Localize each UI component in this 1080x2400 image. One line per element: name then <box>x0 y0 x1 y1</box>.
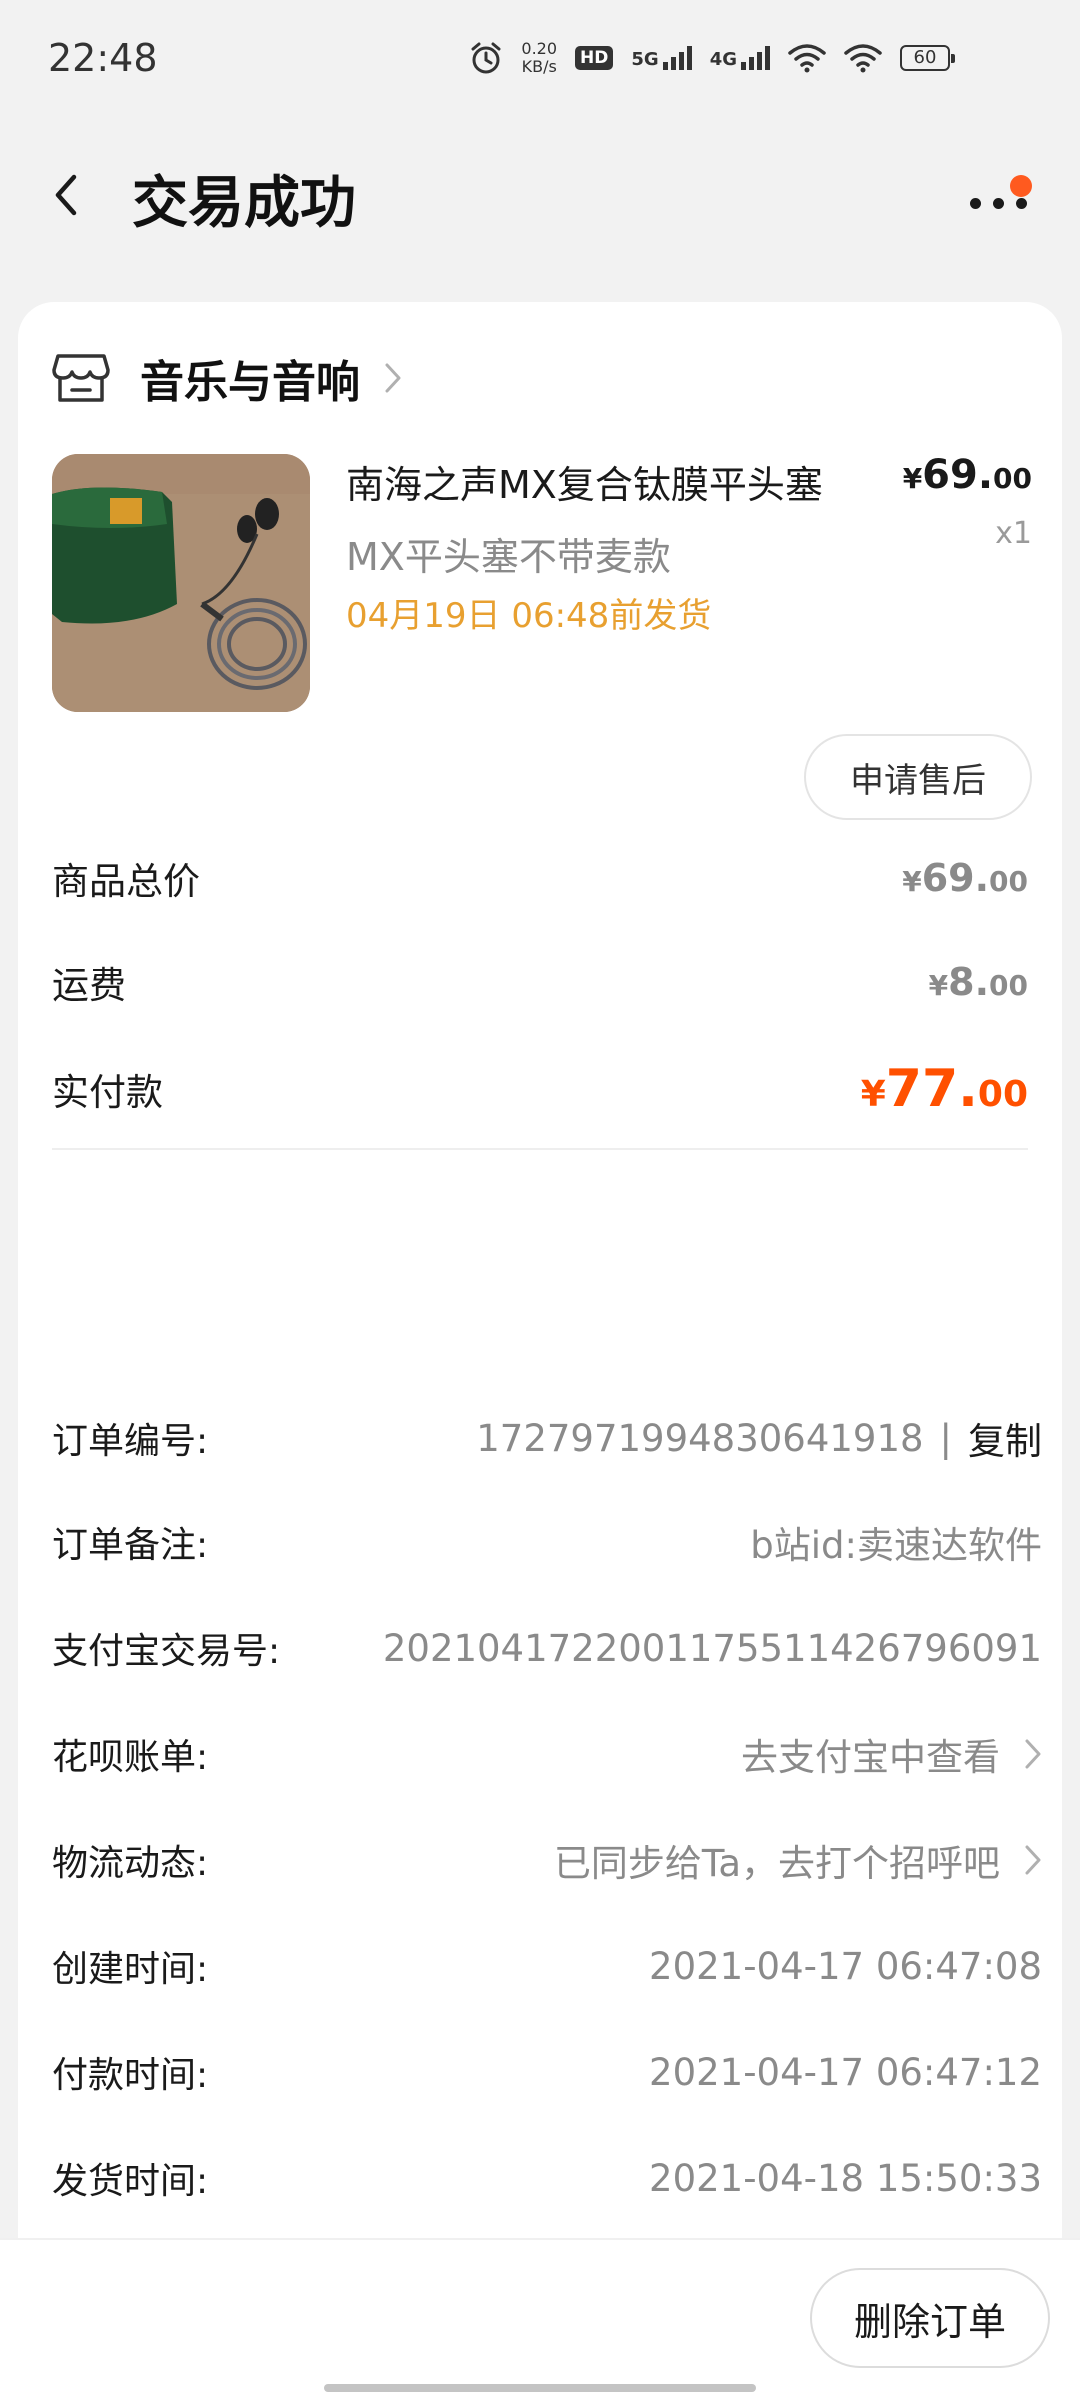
shipped-time-value: 2021-04-18 15:50:33 <box>649 2156 1042 2200</box>
status-bar: 22:48 0.20 KB/s HD 5G 4G 60 <box>0 0 1080 120</box>
bottom-action-bar: 删除订单 <box>0 2238 1080 2400</box>
back-button[interactable] <box>40 160 90 230</box>
unit-price: ¥69.00 <box>903 452 1032 498</box>
net-5g-label: 5G <box>631 49 659 70</box>
signal-5g: 5G <box>631 46 692 70</box>
paid-time-label: 付款时间: <box>52 2055 209 2096</box>
alipay-label: 支付宝交易号: <box>52 1631 281 1672</box>
chevron-right-icon <box>385 363 401 393</box>
remark-value: b站id:卖速达软件 <box>750 1524 1042 1567</box>
shipping-value: ¥8.00 <box>929 960 1028 1004</box>
shipping-int: 8. <box>948 960 990 1004</box>
order-card: 音乐与音响 南海之声MX复合钛膜平头塞 MX平头塞不带麦款 04月19日 06:… <box>18 302 1062 2400</box>
home-indicator[interactable] <box>324 2384 756 2392</box>
shipping-label: 运费 <box>52 964 126 1007</box>
created-time-label: 创建时间: <box>52 1949 209 1990</box>
huabei-value-group: 去支付宝中查看 <box>741 1727 1042 1781</box>
product-title[interactable]: 南海之声MX复合钛膜平头塞 <box>346 454 846 509</box>
header: 交易成功 <box>0 130 1080 260</box>
subtotal-symbol: ¥ <box>902 865 922 898</box>
huabei-label: 花呗账单: <box>52 1737 209 1778</box>
subtotal-label: 商品总价 <box>52 860 200 903</box>
shipping-dec: 00 <box>989 969 1028 1002</box>
more-button[interactable] <box>960 170 1040 230</box>
chevron-left-icon <box>55 174 77 216</box>
delete-order-button[interactable]: 删除订单 <box>810 2268 1050 2368</box>
copy-button[interactable]: 复制 <box>968 1411 1042 1465</box>
order-number-value-group: 1727971994830641918 | 复制 <box>476 1411 1042 1465</box>
signal-icon <box>741 46 770 70</box>
status-icons: 0.20 KB/s HD 5G 4G 60 <box>469 40 955 76</box>
logistics-value: 已同步给Ta，去打个招呼吧 <box>553 1842 1000 1885</box>
speed-unit: KB/s <box>521 57 557 76</box>
store-icon <box>52 354 110 402</box>
shipped-time-label: 发货时间: <box>52 2161 209 2202</box>
huabei-value: 去支付宝中查看 <box>741 1736 1000 1779</box>
order-number-value: 1727971994830641918 <box>476 1416 924 1460</box>
battery-icon: 60 <box>900 45 955 71</box>
logistics-label: 物流动态: <box>52 1843 209 1884</box>
ship-deadline: 04月19日 06:48前发货 <box>346 596 712 636</box>
page-title: 交易成功 <box>132 171 356 236</box>
created-time-value: 2021-04-17 06:47:08 <box>649 1944 1042 1988</box>
paid-value: ¥77.00 <box>861 1059 1028 1119</box>
paid-time-value: 2021-04-17 06:47:12 <box>649 2050 1042 2094</box>
chevron-right-icon <box>1025 1845 1041 1875</box>
shipping-row: 运费 ¥8.00 <box>52 952 1028 1012</box>
wifi-icon <box>788 44 826 73</box>
order-number-row: 订单编号: 1727971994830641918 | 复制 <box>52 1406 1042 1470</box>
price-symbol: ¥ <box>902 462 923 495</box>
signal-4g: 4G <box>710 46 770 70</box>
product-photo <box>52 454 310 712</box>
paid-symbol: ¥ <box>860 1074 886 1115</box>
hd-icon: HD <box>575 46 614 70</box>
logistics-value-group: 已同步给Ta，去打个招呼吧 <box>554 1833 1042 1887</box>
remark-label: 订单备注: <box>52 1525 209 1566</box>
more-dots-icon <box>970 198 1027 209</box>
subtotal-dec: 00 <box>989 865 1028 898</box>
shipping-symbol: ¥ <box>928 969 949 1002</box>
alipay-row: 支付宝交易号: 2021041722001175511426796091 <box>52 1616 1042 1680</box>
chevron-right-icon <box>1025 1739 1041 1769</box>
shipped-time-row: 发货时间: 2021-04-18 15:50:33 <box>52 2146 1042 2210</box>
alarm-icon <box>471 42 501 74</box>
speed-value: 0.20 <box>521 39 558 58</box>
paid-int: 77. <box>885 1059 978 1119</box>
paid-label: 实付款 <box>52 1071 163 1114</box>
separator: | <box>939 1416 952 1460</box>
product-variant: MX平头塞不带麦款 <box>346 535 671 579</box>
signal-icon <box>662 46 692 70</box>
quantity: x1 <box>995 516 1032 551</box>
subtotal-value: ¥69.00 <box>902 856 1028 900</box>
net-4g-label: 4G <box>709 49 737 70</box>
shop-row[interactable]: 音乐与音响 <box>52 342 402 414</box>
paid-dec: 00 <box>977 1074 1028 1115</box>
logistics-row[interactable]: 物流动态: 已同步给Ta，去打个招呼吧 <box>52 1828 1042 1892</box>
price-dec: 00 <box>993 462 1032 495</box>
divider <box>52 1148 1028 1150</box>
subtotal-int: 69. <box>921 856 990 900</box>
huabei-row[interactable]: 花呗账单: 去支付宝中查看 <box>52 1722 1042 1786</box>
remark-row: 订单备注: b站id:卖速达软件 <box>52 1510 1042 1574</box>
paid-row: 实付款 ¥77.00 <box>52 1054 1028 1124</box>
shop-name: 音乐与音响 <box>140 357 360 408</box>
paid-time-row: 付款时间: 2021-04-17 06:47:12 <box>52 2040 1042 2104</box>
after-sales-button[interactable]: 申请售后 <box>804 734 1032 820</box>
product-image[interactable] <box>52 454 310 712</box>
network-speed: 0.20 KB/s <box>521 40 557 76</box>
wifi-icon <box>844 44 882 73</box>
alipay-value: 2021041722001175511426796091 <box>382 1626 1042 1670</box>
status-time: 22:48 <box>48 36 158 80</box>
subtotal-row: 商品总价 ¥69.00 <box>52 848 1028 908</box>
price-int: 69. <box>922 452 994 498</box>
order-number-label: 订单编号: <box>52 1421 209 1462</box>
created-time-row: 创建时间: 2021-04-17 06:47:08 <box>52 1934 1042 1998</box>
notification-dot <box>1010 175 1032 197</box>
